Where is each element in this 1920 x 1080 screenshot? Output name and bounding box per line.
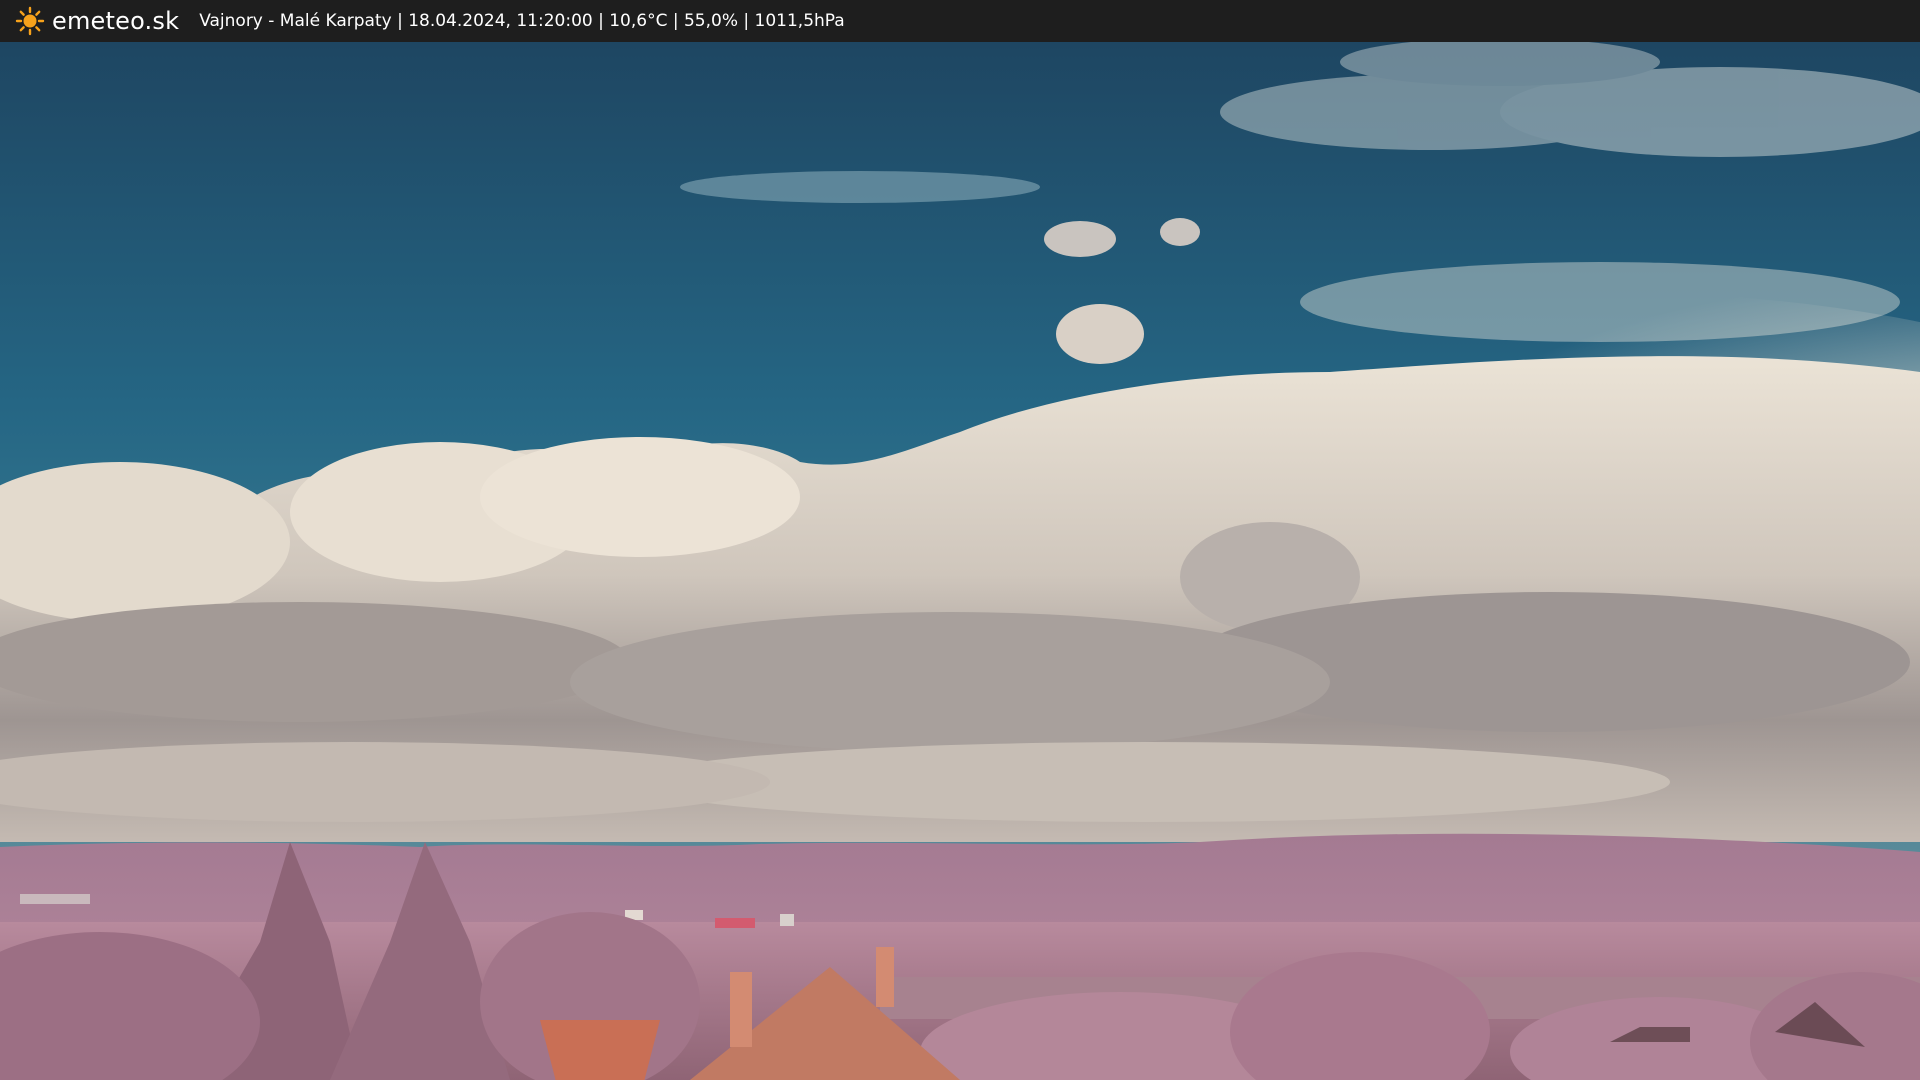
webcam-frame: emeteo.sk Vajnory - Malé Karpaty | 18.04… [0, 0, 1920, 1080]
sun-icon [15, 6, 45, 36]
header-bar: emeteo.sk Vajnory - Malé Karpaty | 18.04… [0, 0, 1920, 42]
webcam-image [0, 42, 1920, 1080]
site-logo-text[interactable]: emeteo.sk [52, 7, 179, 35]
station-info-caption: Vajnory - Malé Karpaty | 18.04.2024, 11:… [199, 11, 845, 31]
